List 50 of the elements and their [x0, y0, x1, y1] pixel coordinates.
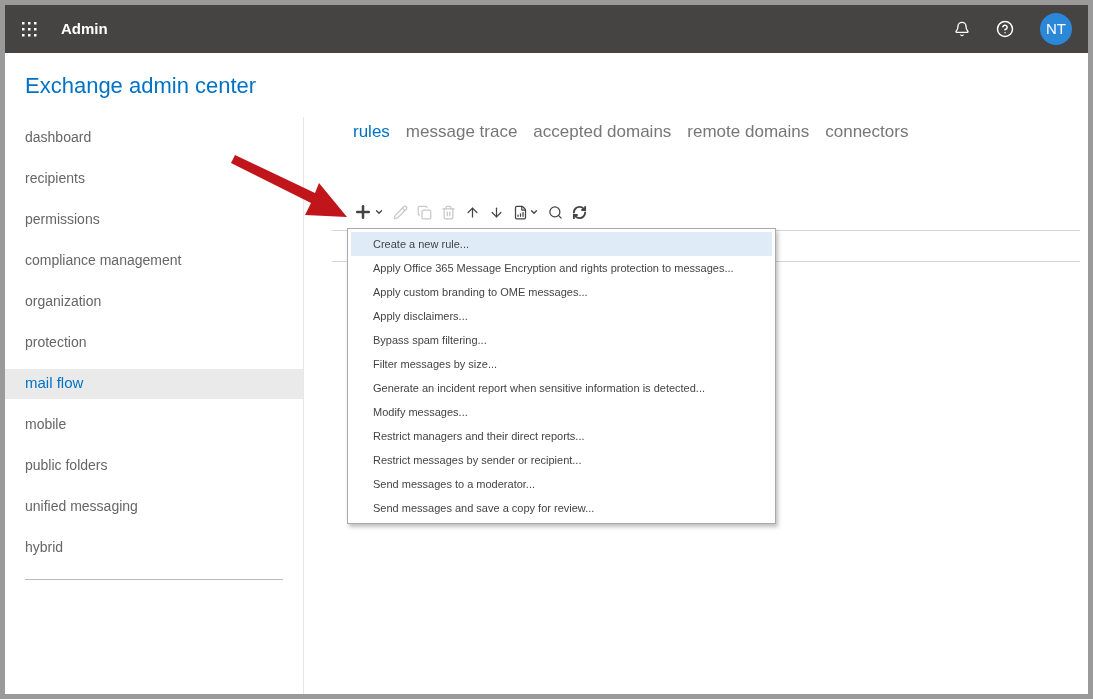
sidebar-item[interactable]: dashboard	[5, 122, 303, 153]
menu-item[interactable]: Generate an incident report when sensitive information is detected...	[351, 376, 772, 400]
arrow-down-button[interactable]	[489, 204, 504, 220]
sidebar-item[interactable]: mail flow	[5, 368, 303, 399]
menu-item[interactable]: Restrict managers and their direct reports...	[351, 424, 772, 448]
app-launcher-icon[interactable]	[21, 21, 37, 37]
arrow-up-button[interactable]	[465, 204, 480, 220]
sidebar-item[interactable]: permissions	[5, 204, 303, 235]
sidebar-item[interactable]: hybrid	[5, 532, 303, 563]
add-icon	[353, 202, 373, 222]
menu-item[interactable]: Apply Office 365 Message Encryption and rights protection to messages...	[351, 256, 772, 280]
report-button[interactable]	[513, 204, 539, 220]
menu-item[interactable]: Send messages to a moderator...	[351, 472, 772, 496]
sidebar-item[interactable]: unified messaging	[5, 491, 303, 522]
copy-icon	[417, 204, 432, 220]
tab[interactable]: rules	[353, 119, 390, 145]
search-button[interactable]	[548, 204, 563, 220]
notification-bell-icon[interactable]	[954, 21, 970, 37]
sidebar-item[interactable]: recipients	[5, 163, 303, 194]
sidebar-item[interactable]: protection	[5, 327, 303, 358]
report-icon	[513, 204, 528, 220]
arrow-down-icon	[489, 204, 504, 220]
sidebar-item[interactable]: organization	[5, 286, 303, 317]
menu-item[interactable]: Bypass spam filtering...	[351, 328, 772, 352]
caret-icon	[374, 207, 384, 217]
refresh-button[interactable]	[572, 204, 587, 220]
avatar[interactable]: NT	[1040, 13, 1072, 45]
add-button[interactable]	[353, 202, 384, 222]
help-icon[interactable]	[996, 20, 1014, 38]
menu-item[interactable]: Modify messages...	[351, 400, 772, 424]
delete-icon	[441, 204, 456, 220]
menu-item[interactable]: Filter messages by size...	[351, 352, 772, 376]
tab[interactable]: remote domains	[687, 119, 810, 145]
tab[interactable]: message trace	[405, 119, 518, 145]
edit-icon	[393, 204, 408, 220]
tab[interactable]: accepted domains	[533, 119, 672, 145]
menu-item[interactable]: Apply custom branding to OME messages...	[351, 280, 772, 304]
app-title: Admin	[61, 18, 108, 39]
refresh-icon	[572, 204, 587, 220]
menu-item[interactable]: Create a new rule...	[351, 232, 772, 256]
sidebar-item[interactable]: compliance management	[5, 245, 303, 276]
menu-item[interactable]: Send messages and save a copy for review...	[351, 496, 772, 520]
page-title: Exchange admin center	[24, 72, 258, 100]
sidebar-item[interactable]: public folders	[5, 450, 303, 481]
search-icon	[548, 204, 563, 220]
caret-icon	[529, 207, 539, 217]
tab[interactable]: connectors	[825, 119, 909, 145]
menu-item[interactable]: Restrict messages by sender or recipient...	[351, 448, 772, 472]
sidebar-item[interactable]: mobile	[5, 409, 303, 440]
menu-item[interactable]: Apply disclaimers...	[351, 304, 772, 328]
